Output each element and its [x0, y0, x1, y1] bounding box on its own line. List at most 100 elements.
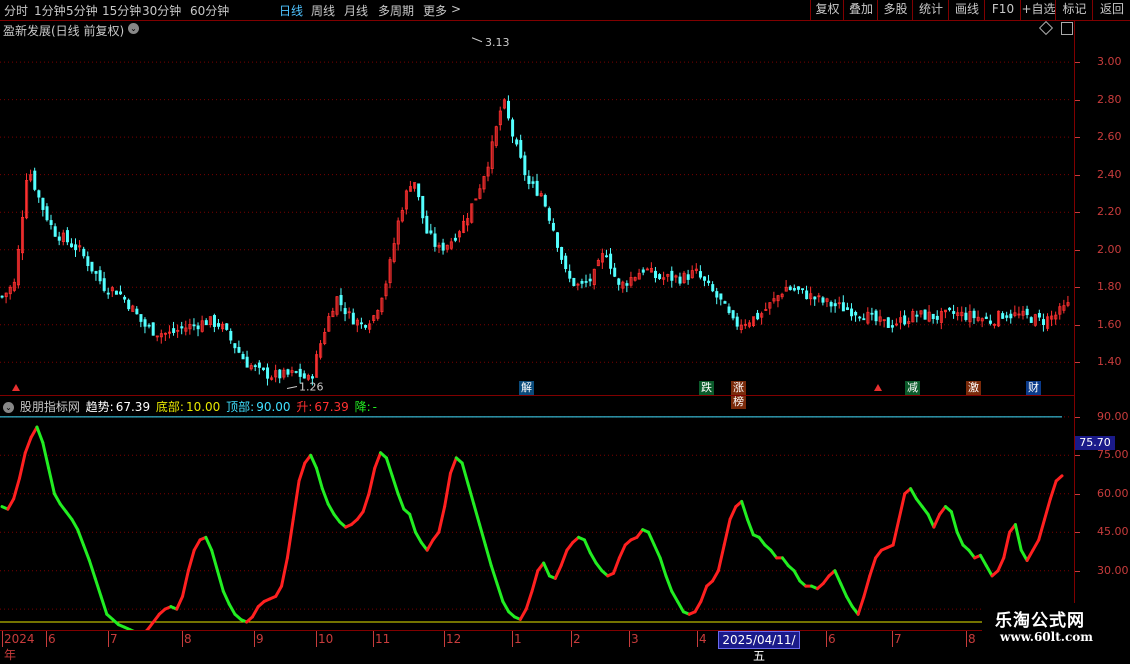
candle-body	[66, 231, 68, 242]
candle-body	[1002, 314, 1004, 319]
candle-body	[295, 371, 297, 372]
trend-segment	[416, 532, 422, 542]
candle-body	[119, 292, 121, 294]
candle-body	[548, 209, 550, 221]
toolbar-button-7[interactable]: 标记	[1055, 0, 1093, 20]
trend-segment	[1050, 481, 1056, 499]
trend-segment	[713, 571, 719, 581]
watermark-title: 乐淘公式网	[995, 606, 1085, 631]
candle-body	[242, 354, 244, 358]
candle-body	[344, 308, 346, 313]
period-9[interactable]: 多周期	[378, 2, 414, 19]
period-2[interactable]: 5分钟	[66, 2, 98, 19]
trend-segment	[980, 555, 986, 565]
y-tick-mark	[1075, 417, 1080, 418]
candle-body	[442, 243, 444, 250]
candle-body	[654, 271, 656, 277]
period-5[interactable]: 60分钟	[190, 2, 229, 19]
trend-segment	[363, 494, 369, 512]
trend-segment	[1015, 525, 1021, 551]
trend-segment	[841, 584, 847, 597]
period-7[interactable]: 周线	[311, 2, 335, 19]
period-4[interactable]: 30分钟	[142, 2, 181, 19]
event-marker-1[interactable]: 跌	[699, 381, 714, 395]
trend-segment	[847, 596, 853, 606]
trend-segment	[49, 468, 55, 494]
candle-body	[42, 198, 44, 209]
indicator-chart[interactable]	[0, 396, 1075, 630]
x-tick-mark	[2, 631, 3, 647]
candle-body	[516, 140, 518, 144]
candle-body	[340, 295, 342, 304]
candle-body	[70, 244, 72, 247]
trend-segment	[660, 558, 666, 576]
trend-segment	[957, 532, 963, 545]
trend-segment	[206, 537, 212, 550]
candle-body	[193, 325, 195, 326]
candle-body	[299, 369, 301, 376]
x-tick-label: 11	[375, 632, 390, 646]
trend-segment	[217, 571, 223, 592]
high-label: 3.13	[485, 36, 510, 49]
candle-body	[422, 196, 424, 217]
toolbar-button-0[interactable]: 复权	[810, 0, 844, 20]
period-6[interactable]: 日线	[279, 2, 303, 19]
main-y-tick: 1.80	[1097, 280, 1122, 293]
x-tick-label: 8	[184, 632, 192, 646]
toolbar-button-6[interactable]: +自选	[1020, 0, 1056, 20]
trend-segment	[590, 553, 596, 563]
period-1[interactable]: 1分钟	[34, 2, 66, 19]
x-tick-label: 6	[48, 632, 56, 646]
candle-body	[54, 227, 56, 237]
trend-segment	[1033, 540, 1039, 550]
trend-segment	[427, 540, 433, 550]
toolbar-button-3[interactable]: 统计	[912, 0, 949, 20]
candle-body	[556, 233, 558, 248]
toolbar-button-1[interactable]: 叠加	[843, 0, 878, 20]
candlestick-chart[interactable]: 3.131.26	[0, 20, 1075, 395]
trend-segment	[532, 571, 538, 592]
trend-segment	[194, 540, 200, 550]
trend-segment	[392, 476, 398, 494]
candle-body	[107, 293, 109, 294]
x-tick-label: 7	[894, 632, 902, 646]
event-marker-3[interactable]: 减	[905, 381, 920, 395]
trend-segment	[101, 596, 107, 614]
candle-body	[532, 182, 534, 184]
candle-body	[728, 307, 730, 313]
period-10[interactable]: 更多	[423, 2, 447, 19]
period-3[interactable]: 15分钟	[102, 2, 141, 19]
main-y-tick: 2.60	[1097, 130, 1122, 143]
event-marker-5[interactable]: 财	[1026, 381, 1041, 395]
more-arrow-icon[interactable]: >	[451, 2, 461, 16]
trend-segment	[1027, 550, 1033, 560]
event-marker-0[interactable]: 解	[519, 381, 534, 395]
trend-segment	[480, 525, 486, 546]
trend-segment	[386, 458, 392, 476]
candle-body	[716, 292, 718, 298]
candle-body	[948, 308, 950, 310]
period-toolbar: 分时 1分钟5分钟15分钟30分钟 60分钟 日线周线月线多周期更多 > 复权叠加多股统计…	[0, 0, 1130, 21]
trend-segment	[724, 519, 730, 545]
main-y-tick: 3.00	[1097, 55, 1122, 68]
trend-segment	[188, 550, 194, 571]
toolbar-button-4[interactable]: 画线	[948, 0, 985, 20]
candle-body	[793, 288, 795, 290]
triangle-marker-icon	[12, 384, 20, 391]
toolbar-button-5[interactable]: F10	[984, 0, 1021, 20]
y-tick-mark	[1075, 62, 1080, 63]
x-tick-label: 7	[110, 632, 118, 646]
candle-body	[842, 303, 844, 311]
trend-segment	[19, 453, 25, 479]
toolbar-button-2[interactable]: 多股	[877, 0, 913, 20]
trend-segment	[14, 478, 20, 499]
candle-body	[830, 302, 832, 306]
candle-body	[561, 247, 563, 259]
period-8[interactable]: 月线	[344, 2, 368, 19]
event-marker-4[interactable]: 激	[966, 381, 981, 395]
period-0[interactable]: 分时	[4, 2, 28, 19]
x-tick-mark	[316, 631, 317, 647]
toolbar-button-8[interactable]: 返回	[1092, 0, 1130, 20]
candle-body	[1010, 314, 1012, 318]
candle-body	[789, 287, 791, 290]
